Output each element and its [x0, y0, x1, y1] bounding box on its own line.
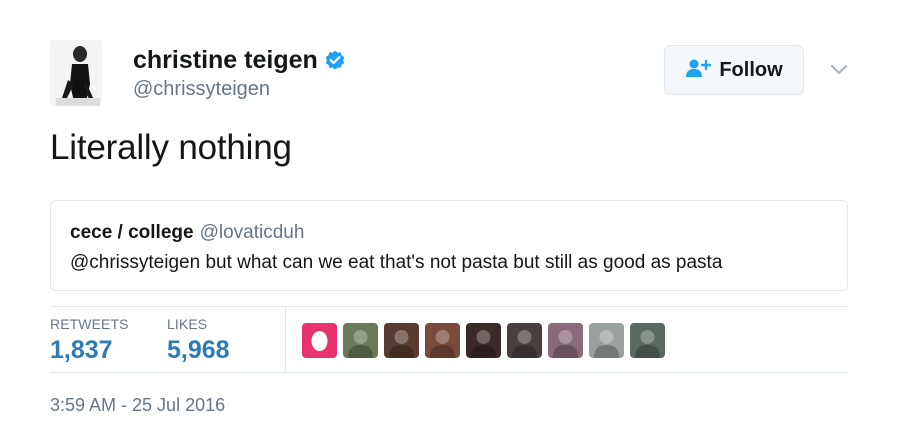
quoted-tweet-text: @chrissyteigen but what can we eat that'… — [70, 252, 723, 273]
stats-vertical-divider — [285, 307, 286, 372]
author-handle[interactable]: @chrissyteigen — [133, 78, 346, 101]
liker-avatar-7[interactable] — [548, 323, 583, 358]
liker-avatar-1[interactable] — [302, 323, 337, 358]
verified-badge-icon — [324, 49, 346, 71]
stats-divider-top — [50, 306, 848, 307]
chevron-down-icon[interactable] — [829, 63, 849, 77]
quoted-tweet-header: cece / college @lovaticduh — [70, 222, 304, 244]
retweets-stat[interactable]: RETWEETS 1,837 — [50, 316, 129, 365]
retweets-count: 1,837 — [50, 336, 113, 364]
liker-avatar-6[interactable] — [507, 323, 542, 358]
author-info: christine teigen @chrissyteigen — [133, 44, 346, 101]
add-user-icon — [685, 58, 712, 83]
author-avatar[interactable] — [50, 40, 102, 106]
likes-stat[interactable]: LIKES 5,968 — [167, 316, 230, 365]
likers-avatar-list — [302, 323, 665, 358]
retweets-label: RETWEETS — [50, 316, 129, 332]
author-display-name[interactable]: christine teigen — [133, 44, 318, 76]
tweet-text: Literally nothing — [50, 128, 292, 167]
quoted-tweet-card[interactable]: cece / college @lovaticduh @chrissyteigen… — [50, 200, 848, 291]
liker-avatar-5[interactable] — [466, 323, 501, 358]
quoted-tweet-author-name: cece / college — [70, 222, 194, 243]
liker-avatar-2[interactable] — [343, 323, 378, 358]
liker-avatar-4[interactable] — [425, 323, 460, 358]
tweet-card: christine teigen @chrissyteigen Follow L… — [0, 0, 900, 432]
liker-avatar-8[interactable] — [589, 323, 624, 358]
likes-label: LIKES — [167, 316, 208, 332]
follow-button-label: Follow — [719, 58, 783, 81]
likes-count: 5,968 — [167, 336, 230, 364]
profile-photo-icon — [50, 40, 102, 106]
quoted-tweet-author-handle: @lovaticduh — [199, 222, 305, 243]
stats-divider-bottom — [50, 372, 848, 373]
tweet-timestamp[interactable]: 3:59 AM - 25 Jul 2016 — [50, 395, 225, 416]
liker-avatar-3[interactable] — [384, 323, 419, 358]
follow-button[interactable]: Follow — [664, 45, 804, 95]
liker-avatar-9[interactable] — [630, 323, 665, 358]
